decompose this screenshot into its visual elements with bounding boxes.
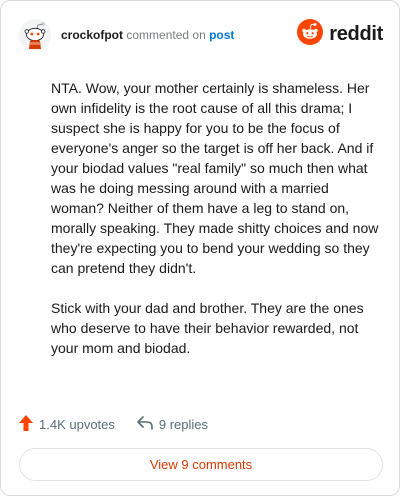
post-link[interactable]: post	[209, 28, 234, 42]
username-link[interactable]: crockofpot	[61, 28, 123, 42]
upvote-count: 1.4K upvotes	[39, 416, 115, 432]
reply-arrow-icon	[137, 415, 153, 433]
action-text: commented on	[126, 28, 206, 42]
upvote-arrow-icon	[19, 414, 33, 434]
replies-button[interactable]: 9 replies	[137, 415, 209, 433]
comment-body: NTA. Wow, your mother certainly is shame…	[51, 78, 383, 378]
comment-header: crockofpot commented on post reddit	[19, 18, 383, 51]
upvote-button[interactable]: 1.4K upvotes	[19, 414, 115, 434]
view-comments-button[interactable]: View 9 comments	[19, 448, 383, 481]
comment-card: crockofpot commented on post reddit NTA.…	[0, 0, 400, 496]
reddit-logo[interactable]: reddit	[297, 18, 383, 50]
comment-stats: 1.4K upvotes 9 replies	[19, 414, 208, 434]
comment-meta: crockofpot commented on post	[61, 27, 234, 43]
comment-paragraph: Stick with your dad and brother. They ar…	[51, 300, 364, 356]
snoo-avatar-icon[interactable]	[19, 19, 51, 51]
reply-count: 9 replies	[158, 416, 209, 432]
comment-paragraph: NTA. Wow, your mother certainly is shame…	[51, 80, 379, 276]
reddit-snoo-icon	[297, 18, 324, 50]
logo-wordmark: reddit	[329, 22, 383, 45]
